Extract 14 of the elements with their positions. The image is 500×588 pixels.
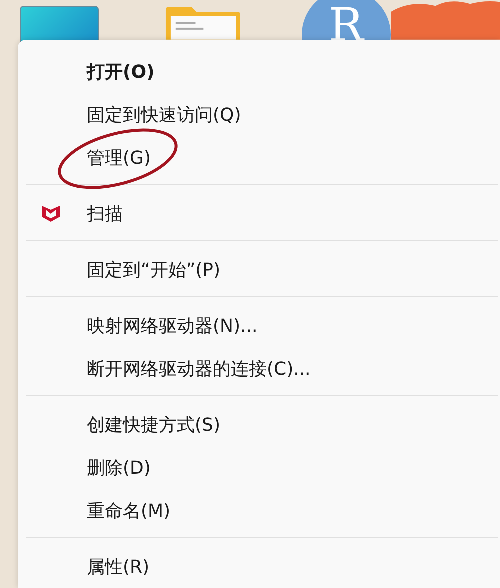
app-tile-icon[interactable]: [20, 6, 100, 43]
menu-item[interactable]: 固定到快速访问(Q): [87, 102, 242, 126]
menu-item[interactable]: 映射网络驱动器(N)...: [87, 314, 258, 338]
shield-icon: [40, 204, 60, 222]
menu-item[interactable]: 创建快捷方式(S): [87, 412, 220, 436]
menu-item[interactable]: 打开(O): [87, 60, 155, 84]
menu-item[interactable]: 属性(R): [87, 554, 150, 578]
menu-item[interactable]: 扫描: [87, 202, 123, 226]
menu-item[interactable]: 删除(D): [87, 456, 151, 480]
menu-item[interactable]: 重命名(M): [87, 498, 171, 522]
menu-item[interactable]: 固定到“开始”(P): [87, 258, 221, 282]
folder-icon[interactable]: [164, 6, 242, 40]
app-icon[interactable]: [390, 0, 500, 40]
menu-item[interactable]: 断开网络驱动器的连接(C)...: [87, 356, 311, 380]
